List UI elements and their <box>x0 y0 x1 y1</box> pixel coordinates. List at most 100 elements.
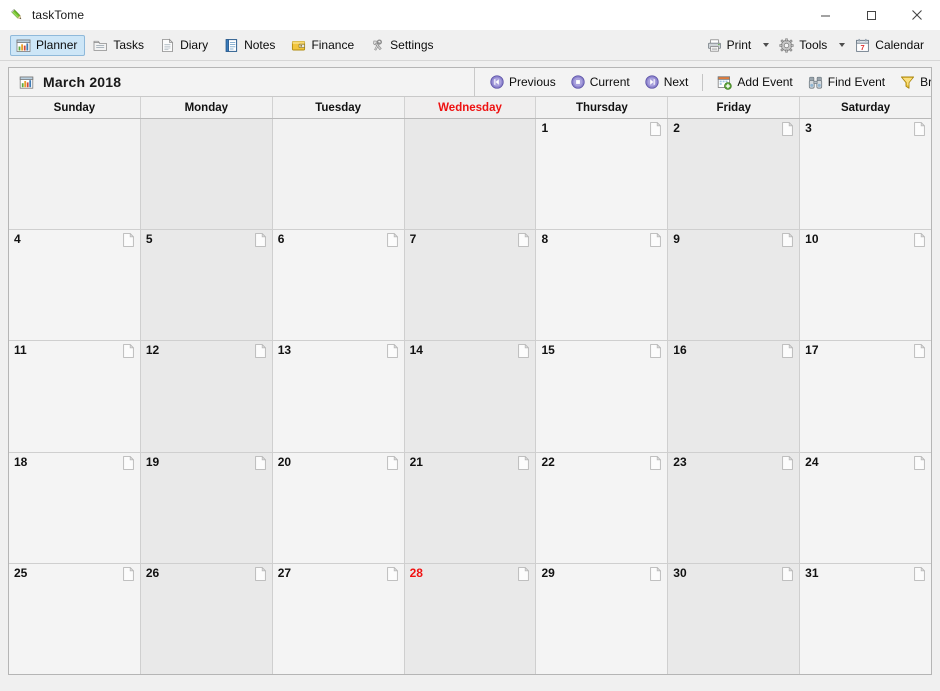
week-row: 18 19 20 21 22 23 24 <box>9 452 931 564</box>
day-cell-30[interactable]: 30 <box>668 563 801 674</box>
note-icon[interactable] <box>254 455 267 470</box>
day-cell-21[interactable]: 21 <box>404 452 537 563</box>
weekday-header-tuesday[interactable]: Tuesday <box>272 97 405 118</box>
note-icon[interactable] <box>518 344 530 359</box>
day-cell-17[interactable]: 17 <box>800 341 931 452</box>
add-event-button[interactable]: Add Event <box>710 72 799 93</box>
weekday-header-sunday[interactable]: Sunday <box>9 97 141 118</box>
tab-notes[interactable]: Notes <box>218 35 283 56</box>
tools-dropdown-arrow[interactable] <box>836 35 848 56</box>
weekday-header-friday[interactable]: Friday <box>668 97 801 118</box>
day-cell-31[interactable]: 31 <box>800 563 931 674</box>
day-cell-13[interactable]: 13 <box>272 341 405 452</box>
find-event-icon <box>808 75 823 90</box>
note-icon[interactable] <box>518 566 530 581</box>
day-cell-6[interactable]: 6 <box>272 230 405 341</box>
note-icon[interactable] <box>650 566 662 581</box>
day-cell-empty <box>272 119 405 230</box>
note-icon[interactable] <box>914 344 926 359</box>
maximize-button[interactable] <box>848 0 894 30</box>
day-cell-28[interactable]: 28 <box>404 563 537 674</box>
day-cell-9[interactable]: 9 <box>668 230 801 341</box>
day-cell-3[interactable]: 3 <box>800 119 931 230</box>
print-button[interactable]: Print <box>701 35 760 56</box>
calendar-button[interactable]: 7 Calendar <box>849 35 932 56</box>
weekday-header-saturday[interactable]: Saturday <box>800 97 931 118</box>
day-cell-16[interactable]: 16 <box>668 341 801 452</box>
day-cell-10[interactable]: 10 <box>800 230 931 341</box>
day-cell-18[interactable]: 18 <box>9 452 141 563</box>
tab-diary[interactable]: Diary <box>154 35 216 56</box>
previous-icon <box>490 75 504 89</box>
tab-settings[interactable]: Settings <box>364 35 441 56</box>
note-icon[interactable] <box>254 232 267 248</box>
note-icon[interactable] <box>123 455 135 470</box>
tab-planner[interactable]: Planner <box>10 34 86 56</box>
next-button[interactable]: Next <box>638 72 696 93</box>
day-cell-12[interactable]: 12 <box>140 341 273 452</box>
day-cell-27[interactable]: 27 <box>272 563 405 674</box>
day-cell-1[interactable]: 1 <box>536 119 669 230</box>
day-cell-25[interactable]: 25 <box>9 563 141 674</box>
close-button[interactable] <box>894 0 940 30</box>
note-icon[interactable] <box>386 344 398 359</box>
day-cell-7[interactable]: 7 <box>404 230 537 341</box>
note-icon[interactable] <box>386 566 398 581</box>
day-cell-8[interactable]: 8 <box>536 230 669 341</box>
weekday-header-thursday[interactable]: Thursday <box>536 97 669 118</box>
note-icon[interactable] <box>123 566 135 581</box>
note-icon[interactable] <box>254 566 267 581</box>
note-icon[interactable] <box>650 344 662 359</box>
note-icon[interactable] <box>123 232 135 248</box>
day-cell-5[interactable]: 5 <box>140 230 273 341</box>
tab-finance[interactable]: Finance <box>285 35 362 56</box>
day-cell-11[interactable]: 11 <box>9 341 141 452</box>
day-cell-24[interactable]: 24 <box>800 452 931 563</box>
tab-tasks[interactable]: Tasks <box>87 35 152 56</box>
day-cell-23[interactable]: 23 <box>668 452 801 563</box>
day-cell-2[interactable]: 2 <box>668 119 801 230</box>
note-icon[interactable] <box>914 566 926 581</box>
svg-text:7: 7 <box>861 43 865 52</box>
day-cell-22[interactable]: 22 <box>536 452 669 563</box>
day-number: 16 <box>673 343 687 358</box>
note-icon[interactable] <box>650 121 662 136</box>
current-button[interactable]: Current <box>564 72 637 93</box>
previous-button[interactable]: Previous <box>483 72 563 93</box>
weekday-header-monday[interactable]: Monday <box>140 97 273 118</box>
day-cell-29[interactable]: 29 <box>536 563 669 674</box>
day-cell-20[interactable]: 20 <box>272 452 405 563</box>
note-icon[interactable] <box>518 455 530 470</box>
calendar-nav-bar: Previous Current Next Add Event Find Eve… <box>475 68 931 96</box>
note-icon[interactable] <box>518 232 530 248</box>
note-icon[interactable] <box>914 455 926 470</box>
note-icon[interactable] <box>782 232 794 248</box>
minimize-button[interactable] <box>802 0 848 30</box>
note-icon[interactable] <box>386 232 398 248</box>
day-number: 19 <box>145 454 160 469</box>
note-icon[interactable] <box>914 232 926 248</box>
tools-button[interactable]: Tools <box>773 35 835 56</box>
day-cell-14[interactable]: 14 <box>404 341 537 452</box>
note-icon[interactable] <box>782 566 794 581</box>
print-dropdown-arrow[interactable] <box>760 35 772 56</box>
day-cell-26[interactable]: 26 <box>140 563 273 674</box>
note-icon[interactable] <box>650 232 662 248</box>
note-icon[interactable] <box>650 455 662 470</box>
note-icon[interactable] <box>782 344 794 359</box>
day-number: 7 <box>409 232 417 247</box>
note-icon[interactable] <box>914 121 926 136</box>
weekday-header-wednesday[interactable]: Wednesday <box>404 97 537 118</box>
note-icon[interactable] <box>782 455 794 470</box>
note-icon[interactable] <box>123 344 135 359</box>
browse-button[interactable]: Browse <box>893 72 931 93</box>
note-icon[interactable] <box>386 455 398 470</box>
calendar-header-bar: March 2018 Previous Current Next Add Eve… <box>9 68 931 97</box>
find-event-button[interactable]: Find Event <box>801 72 892 93</box>
note-icon[interactable] <box>782 121 794 136</box>
day-cell-15[interactable]: 15 <box>536 341 669 452</box>
note-icon[interactable] <box>254 344 267 359</box>
day-number: 14 <box>409 343 423 358</box>
day-cell-4[interactable]: 4 <box>9 230 141 341</box>
day-cell-19[interactable]: 19 <box>140 452 273 563</box>
